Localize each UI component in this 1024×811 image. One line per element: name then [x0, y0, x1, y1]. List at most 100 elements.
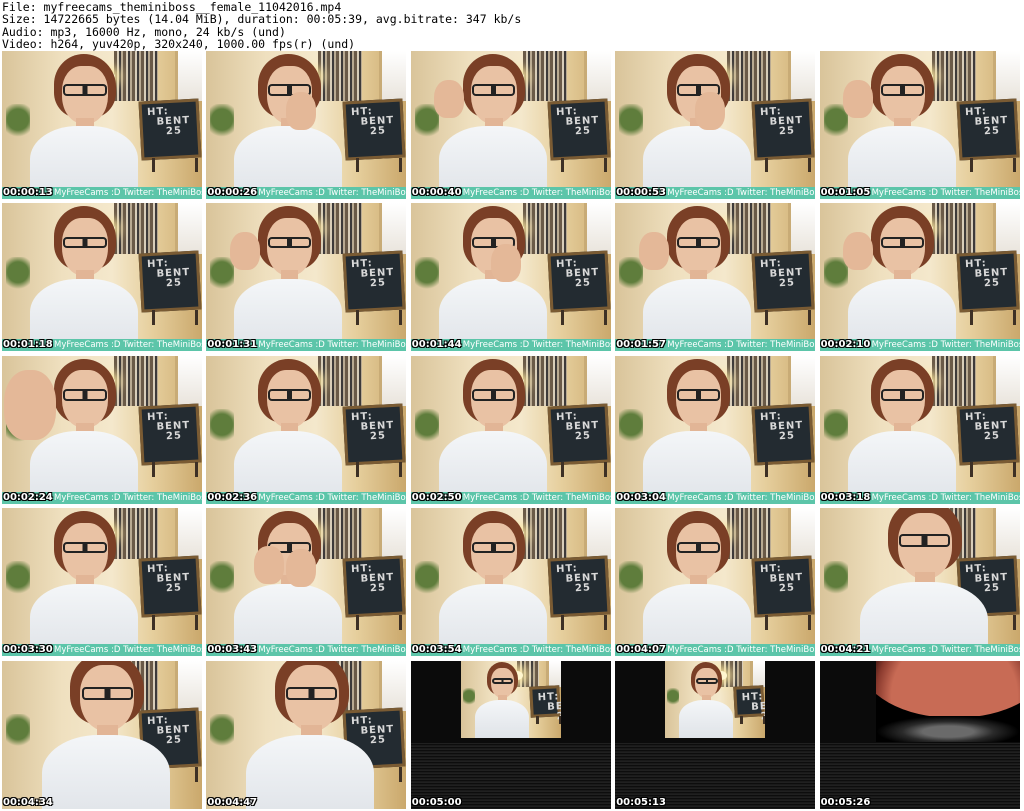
glasses [63, 541, 107, 554]
person [434, 53, 547, 199]
timestamp-label: 00:01:57 [616, 339, 666, 351]
plant [6, 256, 30, 296]
caption-text: MyFreeCams :D Twitter: TheMiniBoss_ [258, 645, 407, 656]
window [545, 660, 561, 687]
thumbnail[interactable]: HT: BENT 25 MyFreeCams :D Twitter: TheMin… [2, 355, 202, 504]
person [42, 660, 170, 809]
thumbnail-grid: HT: BENT 25 MyFreeCams :D Twitter: TheMin… [2, 51, 1024, 811]
glasses [676, 541, 720, 554]
thumbnail[interactable]: HT: BENT 25 MyFreeCams :D Twitter: TheMin… [615, 203, 816, 352]
plant [619, 256, 644, 296]
webcam-frame: HT: BENT 25 MyFreeCams :D Twitter: TheMin… [819, 203, 1020, 352]
chalkboard: HT: BENT 25 [751, 98, 815, 161]
thumbnail[interactable]: HT: BENT 25 MyFreeCams :D Twitter: TheMin… [410, 203, 611, 352]
chalkboard: HT: BENT 25 [751, 403, 815, 466]
window [788, 203, 816, 254]
chalkboard: HT: BENT 25 [547, 403, 611, 466]
chalkboard-stand [740, 716, 766, 724]
glasses [881, 389, 925, 401]
timestamp-label: 00:00:53 [616, 187, 666, 198]
white-hoodie [474, 699, 529, 738]
thumbnail[interactable]: HT: BENT 25 MyFreeCams :D Twitter: TheMin… [410, 51, 611, 199]
webcam-frame: HT: BENT 25 MyFreeCams :D Twitter: TheMin… [615, 508, 816, 657]
glasses [81, 686, 133, 700]
chalkboard-stand [152, 157, 198, 173]
person [230, 206, 343, 352]
caption-text: MyFreeCams :D Twitter: TheMiniBoss_ [462, 645, 611, 656]
glasses [676, 236, 720, 249]
window [583, 508, 611, 559]
thumbnail[interactable]: HT: BENT 25 MyFreeCams :D Twitter: TheMin… [410, 508, 611, 657]
thumbnail[interactable]: HT: BENT 25 MyFreeCams :D Twitter: TheMin… [2, 51, 202, 199]
thumbnail[interactable]: HT: BENT 25 MyFreeCams :D Twitter: TheMin… [819, 508, 1020, 657]
thumbnail[interactable]: HT: BENT 25 MyFreeCams :D Twitter: TheMin… [410, 355, 611, 504]
window [788, 508, 816, 559]
chalkboard: HT: BENT 25 [138, 98, 202, 161]
person [30, 206, 138, 352]
hand [286, 91, 317, 130]
timestamp-label: 00:03:54 [411, 644, 462, 656]
window [175, 203, 202, 254]
glasses [881, 236, 925, 249]
plant [210, 409, 235, 448]
planet-disc [875, 660, 1020, 718]
thumbnail[interactable]: HT: BENT 25 MyFreeCams :D Twitter: TheMin… [206, 355, 407, 504]
white-hoodie [246, 734, 375, 809]
plant [414, 409, 439, 448]
thumbnail[interactable]: HT: BENT 25 MyFreeCams :D Twitter: TheMin… [2, 203, 202, 352]
glasses [899, 534, 951, 548]
person [234, 53, 343, 199]
thumbnail[interactable]: HT: BENT 25 MyFreeCams :D Twitter: TheMin… [615, 508, 816, 657]
caption-text: MyFreeCams :D Twitter: TheMiniBoss_ [54, 492, 202, 503]
thumbnail[interactable]: HT: BENT 25 MyFreeCams :D Twitter: TheMin… [2, 508, 202, 657]
webcam-frame: HT: BENT 25 MyFreeCams :D Twitter: TheMin… [410, 355, 611, 504]
timestamp-label: 00:05:13 [616, 796, 666, 808]
caption-text: MyFreeCams :D Twitter: TheMiniBoss_ [54, 645, 202, 656]
chalkboard-stand [535, 716, 561, 724]
planet-image [875, 660, 1020, 742]
chalkboard: HT: BENT 25 [956, 98, 1020, 161]
thumbnail[interactable]: HT: BENT 25 MyFreeCams :D Twitter: TheMin… [819, 51, 1020, 199]
timestamp-label: 00:04:34 [3, 796, 53, 808]
caption-text: MyFreeCams :D Twitter: TheMiniBoss_ [667, 340, 816, 351]
person [638, 206, 752, 352]
webcam-frame: HT: BENT 25 MyFreeCams :D Twitter: TheMin… [206, 203, 407, 352]
person [4, 358, 138, 504]
thumbnail[interactable]: HT: BENT 25 MyFreeCams :D Twitter: TheMin… [206, 51, 407, 199]
thumbnail[interactable]: HT: BENT 25 MyFreeCams :D Twitter: TheMin… [819, 355, 1020, 504]
timestamp-label: 00:05:26 [820, 796, 871, 808]
plant [462, 688, 475, 709]
hand [843, 80, 874, 119]
webcam-frame: HT: BENT 25 MyFreeCams :D Twitter: TheMin… [410, 203, 611, 352]
person [643, 358, 752, 504]
thumbnail[interactable]: HT: BENT 25 00:04:34 [2, 660, 202, 809]
hand [843, 232, 874, 271]
person [474, 662, 529, 738]
webcam-frame: HT: BENT 25 [460, 660, 561, 738]
chalkboard: HT: BENT 25 [342, 403, 406, 466]
thumbnail[interactable]: HT: BENT 25 00:04:47 [206, 660, 407, 809]
thumbnail[interactable]: HT: BENT 25 MyFreeCams :D Twitter: TheMin… [206, 508, 407, 657]
hand [253, 545, 284, 584]
thumbnail[interactable]: HT: BENT 25 MyFreeCams :D Twitter: TheMin… [206, 203, 407, 352]
thumbnail[interactable]: HT: BENT 25 00:05:00 [410, 660, 611, 809]
window [175, 508, 202, 559]
timestamp-label: 00:01:18 [3, 339, 53, 351]
hand [230, 232, 261, 271]
thumbnail[interactable]: 00:05:26 [819, 660, 1020, 809]
timestamp-label: 00:03:18 [820, 491, 871, 503]
file-size-line: Size: 14722665 bytes (14.04 MiB), durati… [2, 12, 522, 27]
plant [619, 104, 644, 143]
window [992, 508, 1020, 559]
thumbnail[interactable]: HT: BENT 25 MyFreeCams :D Twitter: TheMin… [819, 203, 1020, 352]
webcam-frame: HT: BENT 25 MyFreeCams :D Twitter: TheMin… [410, 508, 611, 657]
thumbnail[interactable]: HT: BENT 25 MyFreeCams :D Twitter: TheMin… [615, 51, 816, 199]
caption-text: MyFreeCams :D Twitter: TheMiniBoss_ [54, 340, 202, 351]
timestamp-label: 00:03:43 [207, 644, 258, 656]
plant [6, 713, 30, 753]
chalkboard-stand [969, 462, 1016, 478]
chalkboard: HT: BENT 25 [956, 250, 1020, 313]
thumbnail[interactable]: HT: BENT 25 MyFreeCams :D Twitter: TheMin… [615, 355, 816, 504]
person [643, 53, 752, 199]
thumbnail[interactable]: HT: BENT 25 00:05:13 [615, 660, 816, 809]
